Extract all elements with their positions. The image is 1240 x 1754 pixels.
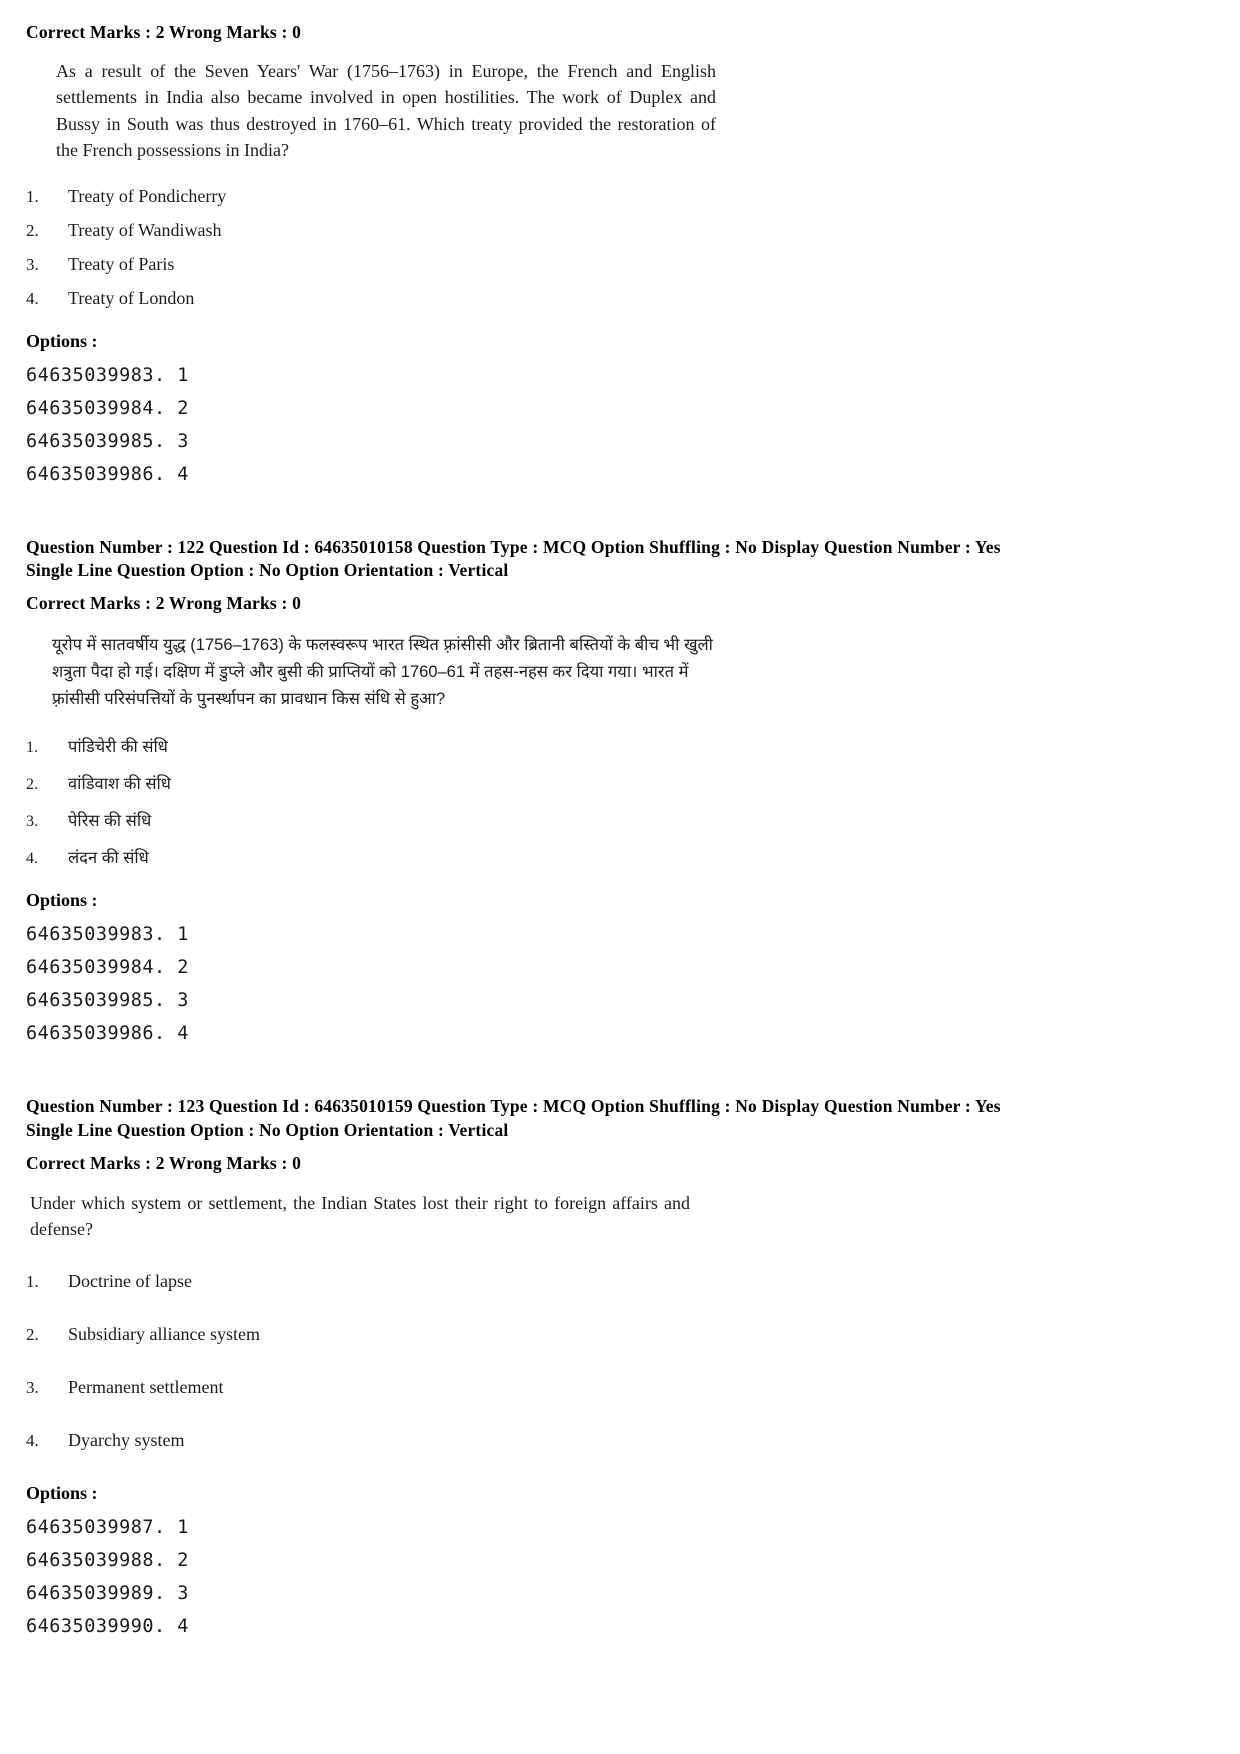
option-id-item: 64635039988. 2	[26, 1549, 189, 1571]
choice-label: Treaty of Wandiwash	[68, 219, 222, 240]
options-heading: Options :	[26, 1482, 98, 1503]
question-block-122: Question Number : 122 Question Id : 6463…	[0, 536, 1240, 869]
choice-label: Dyarchy system	[68, 1429, 185, 1450]
choice-item[interactable]: 2. Subsidiary alliance system	[26, 1324, 1240, 1345]
question-text-121: As a result of the Seven Years' War (175…	[56, 61, 716, 161]
option-id-item: 64635039990. 4	[26, 1615, 189, 1637]
options-block-122: Options : 64635039983. 1 64635039984. 2 …	[0, 890, 1240, 1051]
choice-item[interactable]: 2. Treaty of Wandiwash	[26, 220, 1240, 241]
options-block-123: Options : 64635039987. 1 64635039988. 2 …	[0, 1483, 1240, 1644]
choice-item[interactable]: 4. Treaty of London	[26, 288, 1240, 309]
option-id-item: 64635039984. 2	[26, 397, 189, 419]
choice-item[interactable]: 2. वांडिवाश की संधि	[26, 771, 1240, 794]
question-block-123: Question Number : 123 Question Id : 6463…	[0, 1095, 1240, 1451]
option-id-item: 64635039985. 3	[26, 430, 189, 452]
choice-number: 3.	[26, 254, 39, 274]
choice-number: 1.	[26, 739, 38, 757]
question-meta-line-2-123: Single Line Question Option : No Option …	[26, 1119, 509, 1140]
choice-label: Treaty of Paris	[68, 253, 175, 274]
choice-label: Subsidiary alliance system	[68, 1323, 260, 1344]
choice-number: 1.	[26, 186, 39, 206]
option-id-list-121: 64635039983. 1 64635039984. 2 6463503998…	[26, 360, 1240, 492]
choice-number: 2.	[26, 220, 39, 240]
options-heading: Options :	[26, 330, 98, 351]
question-meta-line-1-123: Question Number : 123 Question Id : 6463…	[26, 1096, 1001, 1117]
choice-label: Treaty of Pondicherry	[68, 185, 227, 206]
choice-number: 4.	[26, 1430, 39, 1450]
choice-list-121: 1. Treaty of Pondicherry 2. Treaty of Wa…	[26, 186, 1240, 309]
option-id-item: 64635039984. 2	[26, 957, 189, 979]
choice-number: 2.	[26, 1324, 39, 1344]
choice-item[interactable]: 4. Dyarchy system	[26, 1430, 1240, 1451]
choice-item[interactable]: 4. लंदन की संधि	[26, 845, 1240, 868]
choice-number: 3.	[26, 813, 38, 831]
question-text-123: Under which system or settlement, the In…	[30, 1192, 690, 1240]
choice-item[interactable]: 1. Doctrine of lapse	[26, 1271, 1240, 1292]
question-meta-line-2-122: Single Line Question Option : No Option …	[26, 559, 509, 580]
marks-line-122: Correct Marks : 2 Wrong Marks : 0	[26, 593, 302, 614]
choice-item[interactable]: 3. Treaty of Paris	[26, 254, 1240, 275]
exam-page: Correct Marks : 2 Wrong Marks : 0 As a r…	[0, 0, 1240, 1754]
question-block-121: Correct Marks : 2 Wrong Marks : 0 As a r…	[0, 0, 1240, 309]
choice-number: 4.	[26, 288, 39, 308]
choice-label: Treaty of London	[68, 287, 195, 308]
choice-label: पांडिचेरी की संधि	[68, 738, 168, 757]
choice-item[interactable]: 1. Treaty of Pondicherry	[26, 186, 1240, 207]
option-id-item: 64635039987. 1	[26, 1516, 189, 1538]
choice-number: 1.	[26, 1271, 39, 1291]
choice-list-123: 1. Doctrine of lapse 2. Subsidiary allia…	[26, 1271, 1240, 1451]
options-block-121: Options : 64635039983. 1 64635039984. 2 …	[0, 331, 1240, 492]
option-id-list-122: 64635039983. 1 64635039984. 2 6463503998…	[26, 919, 1240, 1051]
option-id-item: 64635039985. 3	[26, 990, 189, 1012]
choice-number: 4.	[26, 850, 38, 868]
choice-item[interactable]: 3. पेरिस की संधि	[26, 808, 1240, 831]
choice-label: वांडिवाश की संधि	[68, 775, 171, 794]
marks-line-123: Correct Marks : 2 Wrong Marks : 0	[26, 1152, 302, 1173]
choice-label: Doctrine of lapse	[68, 1270, 192, 1291]
choice-number: 2.	[26, 776, 38, 794]
marks-line-121: Correct Marks : 2 Wrong Marks : 0	[26, 22, 302, 42]
choice-item[interactable]: 3. Permanent settlement	[26, 1377, 1240, 1398]
choice-number: 3.	[26, 1377, 39, 1397]
option-id-list-123: 64635039987. 1 64635039988. 2 6463503998…	[26, 1512, 1240, 1644]
option-id-item: 64635039983. 1	[26, 924, 189, 946]
question-meta-line-1-122: Question Number : 122 Question Id : 6463…	[26, 536, 1001, 557]
choice-label: Permanent settlement	[68, 1376, 224, 1397]
choice-list-122: 1. पांडिचेरी की संधि 2. वांडिवाश की संधि…	[26, 734, 1240, 868]
option-id-item: 64635039986. 4	[26, 463, 189, 485]
choice-label: लंदन की संधि	[68, 849, 149, 868]
option-id-item: 64635039989. 3	[26, 1582, 189, 1604]
option-id-item: 64635039986. 4	[26, 1023, 189, 1045]
choice-item[interactable]: 1. पांडिचेरी की संधि	[26, 734, 1240, 757]
question-text-122: यूरोप में सातवर्षीय युद्ध (1756–1763) के…	[52, 636, 713, 708]
option-id-item: 64635039983. 1	[26, 364, 189, 386]
options-heading: Options :	[26, 890, 98, 911]
choice-label: पेरिस की संधि	[68, 812, 152, 831]
